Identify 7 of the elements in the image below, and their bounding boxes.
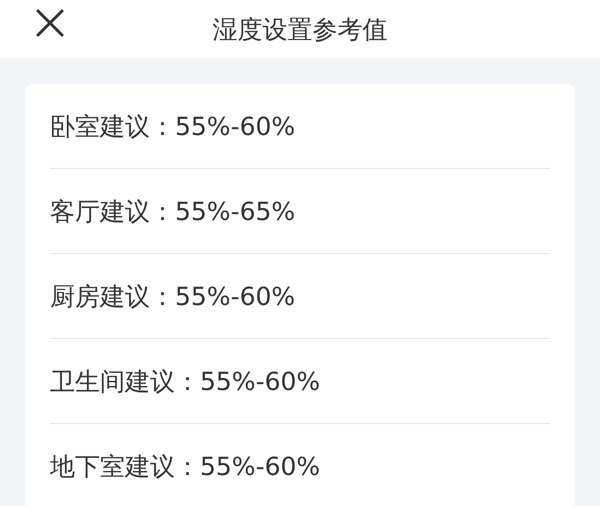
humidity-recommendation: 地下室建议：55%-60% <box>50 450 320 482</box>
humidity-recommendation: 卫生间建议：55%-60% <box>50 366 320 398</box>
humidity-recommendation: 卧室建议：55%-60% <box>50 110 296 142</box>
close-icon[interactable] <box>36 9 64 37</box>
page-title: 湿度设置参考值 <box>212 14 388 46</box>
humidity-recommendation: 厨房建议：55%-60% <box>50 280 296 312</box>
humidity-recommendation: 客厅建议：55%-65% <box>50 196 296 228</box>
